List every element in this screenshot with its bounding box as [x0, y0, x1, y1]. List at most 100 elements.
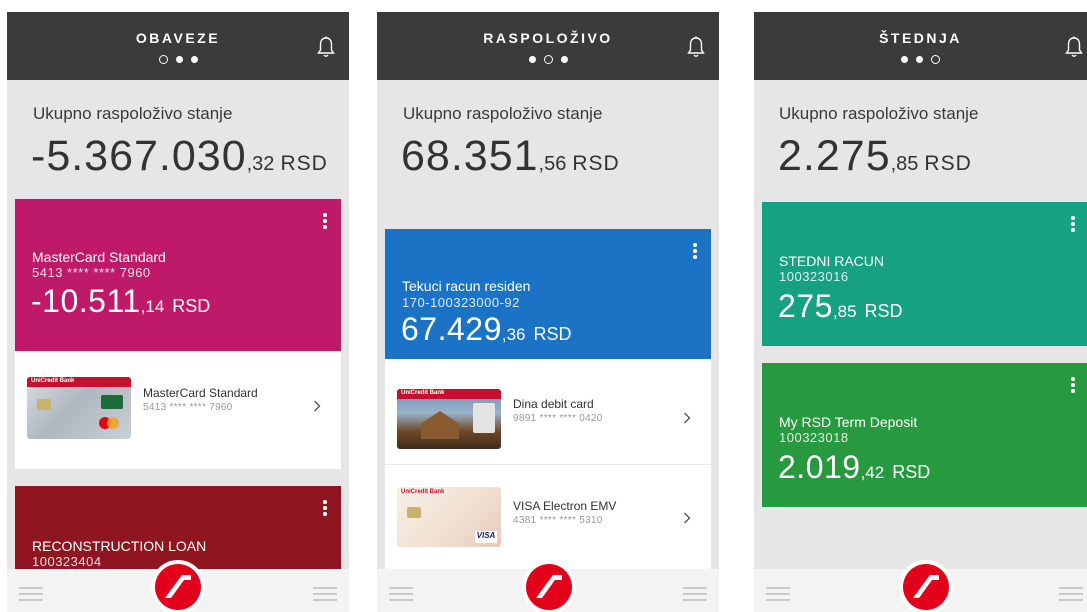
card-amount: 2.019,42 RSD: [778, 449, 930, 486]
total-balance: 2.275,85 RSD: [778, 132, 972, 181]
linked-card-name: MasterCard Standard: [143, 386, 258, 400]
linked-card-row[interactable]: UniCredit Bank VISA VISA Electron EMV 43…: [385, 465, 711, 565]
balance-integer: 68.351: [401, 132, 539, 180]
card-number: 100323404: [32, 554, 102, 569]
bell-icon[interactable]: [1065, 36, 1083, 58]
amount-integer: 67.429: [401, 311, 502, 347]
card-bank-text: UniCredit Bank: [401, 390, 445, 396]
linked-card-name: VISA Electron EMV: [513, 499, 617, 513]
amount-currency: RSD: [533, 324, 572, 344]
page-indicator[interactable]: [377, 55, 719, 64]
unicredit-logo-icon[interactable]: [522, 560, 576, 612]
more-vertical-icon[interactable]: [323, 500, 327, 516]
card-amount: 67.429,36 RSD: [401, 311, 572, 348]
amount-currency: RSD: [172, 296, 211, 316]
amount-decimal: ,85: [832, 302, 857, 321]
page-dot[interactable]: [901, 56, 908, 63]
balance-currency: RSD: [572, 152, 620, 175]
card-name: MasterCard Standard: [32, 249, 166, 265]
hamburger-icon[interactable]: [313, 587, 337, 601]
card-bank-text: UniCredit Bank: [401, 489, 445, 495]
chevron-right-icon[interactable]: [683, 511, 691, 525]
unicredit-logo-icon[interactable]: [151, 560, 205, 612]
linked-card-row[interactable]: UniCredit Bank MasterCard Standard 5413 …: [15, 357, 341, 457]
balance-label: Ukupno raspoloživo stanje: [403, 104, 603, 123]
hamburger-icon[interactable]: [766, 587, 790, 601]
amount-integer: 2.019: [778, 449, 861, 485]
linked-card-name: Dina debit card: [513, 397, 594, 411]
page-indicator[interactable]: [754, 55, 1087, 64]
balance-label: Ukupno raspoloživo stanje: [779, 104, 979, 123]
card-number: 170-100323000-92: [402, 295, 520, 310]
page-dot-active[interactable]: [543, 55, 553, 64]
screen-stednja: ŠTEDNJA Ukupno raspoloživo stanje 2.275,…: [754, 12, 1087, 612]
hamburger-icon[interactable]: [683, 587, 707, 601]
card-name: RECONSTRUCTION LOAN: [32, 538, 207, 554]
top-bar: OBAVEZE: [7, 12, 349, 80]
amount-currency: RSD: [864, 301, 903, 321]
account-card-current[interactable]: Tekuci racun residen 170-100323000-92 67…: [385, 229, 711, 359]
page-dot[interactable]: [560, 56, 568, 63]
more-vertical-icon[interactable]: [693, 243, 697, 259]
card-number: 5413 **** **** 7960: [32, 265, 151, 280]
linked-card-row[interactable]: UniCredit Bank Dina debit card 9891 ****…: [385, 365, 711, 465]
linked-cards-panel: UniCredit Bank Dina debit card 9891 ****…: [385, 359, 711, 569]
visa-logo-text: VISA: [475, 531, 497, 543]
card-number: 100323016: [779, 269, 849, 284]
screen-obaveze: OBAVEZE Ukupno raspoloživo stanje -5.367…: [7, 12, 349, 612]
bell-icon[interactable]: [317, 36, 335, 58]
card-thumbnail: UniCredit Bank: [27, 377, 131, 439]
bell-icon[interactable]: [687, 36, 705, 58]
page-dot[interactable]: [190, 56, 198, 63]
more-vertical-icon[interactable]: [1071, 216, 1075, 232]
card-name: Tekuci racun residen: [402, 278, 531, 294]
balance-label: Ukupno raspoloživo stanje: [33, 104, 233, 123]
screen-title: OBAVEZE: [135, 30, 221, 46]
amount-currency: RSD: [892, 462, 931, 482]
account-card-savings[interactable]: STEDNI RACUN 100323016 275,85 RSD: [762, 202, 1087, 346]
card-name: My RSD Term Deposit: [779, 414, 918, 430]
total-balance: 68.351,56 RSD: [401, 132, 620, 181]
amount-decimal: ,36: [501, 325, 526, 344]
screen-title: ŠTEDNJA: [879, 30, 962, 46]
balance-decimal: ,32: [246, 153, 275, 175]
hamburger-icon[interactable]: [389, 587, 413, 601]
balance-currency: RSD: [924, 152, 972, 175]
page-dot[interactable]: [528, 56, 536, 63]
balance-currency: RSD: [280, 152, 328, 175]
top-bar: RASPOLOŽIVO: [377, 12, 719, 80]
chevron-right-icon[interactable]: [683, 411, 691, 425]
account-card-mastercard[interactable]: MasterCard Standard 5413 **** **** 7960 …: [15, 199, 341, 351]
linked-cards-panel: UniCredit Bank MasterCard Standard 5413 …: [15, 351, 341, 469]
card-thumbnail: UniCredit Bank: [397, 389, 501, 449]
top-bar: ŠTEDNJA: [754, 12, 1087, 80]
card-bank-text: UniCredit Bank: [31, 378, 75, 384]
chevron-right-icon[interactable]: [313, 399, 321, 413]
balance-decimal: ,56: [538, 153, 567, 175]
amount-decimal: ,14: [140, 297, 165, 316]
page-dot-active[interactable]: [931, 55, 940, 64]
amount-integer: 275: [778, 288, 833, 324]
page-dot-active[interactable]: [158, 55, 168, 64]
page-dot[interactable]: [916, 56, 923, 63]
screen-title: RASPOLOŽIVO: [483, 30, 613, 46]
page-dot[interactable]: [175, 56, 183, 63]
more-vertical-icon[interactable]: [323, 213, 327, 229]
card-number: 100323018: [779, 430, 849, 445]
unicredit-logo-icon[interactable]: [899, 560, 953, 612]
linked-card-number: 9891 **** **** 0420: [513, 413, 603, 424]
screen-raspolozivo: RASPOLOŽIVO Ukupno raspoloživo stanje 68…: [377, 12, 719, 612]
balance-integer: 2.275: [778, 132, 891, 180]
account-card-term-deposit[interactable]: My RSD Term Deposit 100323018 2.019,42 RS…: [762, 363, 1087, 507]
card-thumbnail: UniCredit Bank VISA: [397, 487, 501, 547]
hamburger-icon[interactable]: [1059, 587, 1083, 601]
total-balance: -5.367.030,32 RSD: [31, 132, 328, 181]
balance-integer: -5.367.030: [31, 132, 247, 180]
amount-decimal: ,42: [860, 463, 885, 482]
linked-card-number: 5413 **** **** 7960: [143, 402, 233, 413]
more-vertical-icon[interactable]: [1071, 377, 1075, 393]
card-name: STEDNI RACUN: [779, 253, 885, 269]
page-indicator[interactable]: [7, 55, 349, 64]
hamburger-icon[interactable]: [19, 587, 43, 601]
card-amount: 275,85 RSD: [778, 288, 903, 325]
